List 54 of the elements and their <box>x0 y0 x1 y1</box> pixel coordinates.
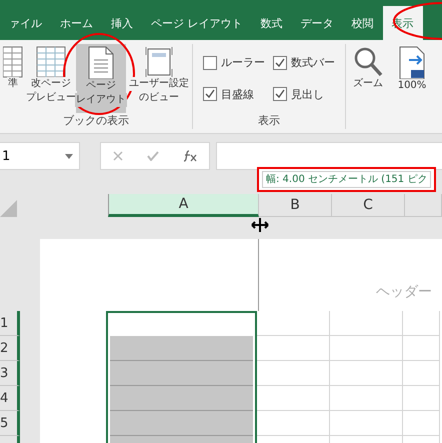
ribbon-tab[interactable]: 校閲 <box>342 6 382 40</box>
name-box[interactable]: 1 <box>0 142 80 170</box>
ribbon-button[interactable]: 改ページ プレビュー <box>26 44 76 113</box>
cell[interactable] <box>106 411 257 436</box>
function-icon[interactable] <box>183 150 197 162</box>
checkbox[interactable] <box>273 87 287 102</box>
row-header[interactable]: 2 <box>0 336 20 361</box>
page-header-text: ヘッダー <box>376 283 432 301</box>
formula-input[interactable] <box>216 142 442 170</box>
width-tooltip: 幅: 4.00 センチメートル (151 ピク <box>262 171 432 188</box>
grid-icon <box>3 46 23 78</box>
group-label: 表示 <box>258 113 280 129</box>
select-all-icon[interactable] <box>0 200 17 217</box>
ribbon-tab[interactable]: ァイル <box>0 6 51 40</box>
ribbon-button[interactable]: 準 <box>0 44 26 113</box>
ribbon-tab[interactable]: ページ レイアウト <box>142 6 252 40</box>
sheet-grid-icon <box>36 46 66 78</box>
row-header[interactable]: 4 <box>0 386 20 411</box>
cell[interactable] <box>106 386 257 411</box>
cell[interactable] <box>106 336 257 361</box>
ribbon-tab[interactable]: データ <box>292 6 342 40</box>
dropdown-caret-icon[interactable] <box>65 154 73 158</box>
checkbox-label: 目盛線 <box>221 86 254 102</box>
cell-reference: 1 <box>2 148 10 164</box>
row-header[interactable]: 3 <box>0 361 20 386</box>
check-icon[interactable] <box>147 151 159 161</box>
ribbon-tab[interactable]: ホーム <box>51 6 102 40</box>
page-icon <box>88 46 114 80</box>
cell[interactable] <box>106 361 257 386</box>
resize-cursor-icon <box>251 217 269 233</box>
ribbon-tab[interactable]: 数式 <box>252 6 292 40</box>
cell[interactable] <box>106 311 257 336</box>
column-header[interactable]: B <box>259 194 332 217</box>
checkbox[interactable] <box>203 87 217 102</box>
row-header[interactable]: 1 <box>0 311 20 336</box>
group-label: ブックの表示 <box>63 113 129 129</box>
checkbox-label: 見出し <box>291 86 324 102</box>
ribbon-button[interactable]: ページ レイアウト <box>76 44 126 113</box>
column-header[interactable]: A <box>108 194 259 217</box>
checkbox[interactable] <box>273 56 287 70</box>
ribbon-button[interactable]: 100% <box>390 44 434 129</box>
close-icon[interactable] <box>113 151 123 161</box>
page-arrow-icon <box>399 46 425 80</box>
ribbon-tab[interactable]: 挿入 <box>102 6 142 40</box>
column-header[interactable]: C <box>332 194 405 217</box>
column-header[interactable] <box>405 194 442 217</box>
checkbox-label: ルーラー <box>221 55 265 70</box>
ribbon-button[interactable]: ズーム <box>346 44 390 129</box>
checkbox[interactable] <box>203 56 217 70</box>
checkbox-label: 数式バー <box>291 55 335 70</box>
row-header[interactable]: 5 <box>0 411 20 436</box>
ribbon-button[interactable]: ユーザー設定 のビュー <box>126 44 192 113</box>
window-icon <box>145 46 173 78</box>
search-icon <box>353 46 383 78</box>
